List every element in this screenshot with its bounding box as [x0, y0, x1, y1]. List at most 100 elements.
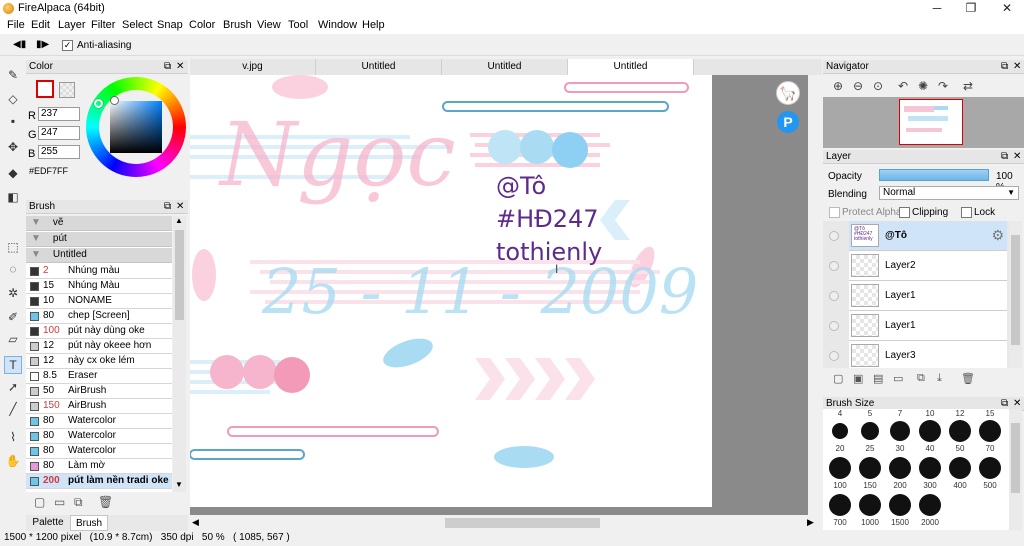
brush-size-option[interactable]: 40 [916, 419, 944, 454]
menu-tool[interactable]: Tool [288, 19, 308, 31]
divide-tool-icon[interactable]: ╱ [4, 400, 22, 418]
brush-size-option[interactable]: 1500 [886, 493, 914, 528]
brush-item[interactable]: 12 này cx oke lém [26, 354, 172, 369]
folder-icon[interactable]: ▭ [54, 495, 65, 509]
move-tool-icon[interactable]: ✥ [4, 138, 22, 156]
scroll-up-icon[interactable]: ▲ [175, 216, 183, 225]
menu-edit[interactable]: Edit [31, 19, 50, 31]
visibility-icon[interactable] [829, 261, 839, 271]
new-8bit-layer-icon[interactable]: ▣ [853, 372, 863, 385]
eyedropper-icon[interactable]: ⌇ [4, 428, 22, 446]
layer-item[interactable]: Layer1 [849, 281, 1007, 311]
menu-filter[interactable]: Filter [91, 19, 115, 31]
visibility-icon[interactable] [829, 291, 839, 301]
maximize-button[interactable]: ❐ [954, 0, 988, 17]
saturation-square[interactable] [110, 101, 162, 153]
palette-tab[interactable]: Palette [28, 516, 68, 531]
text-tool-icon[interactable]: T [4, 356, 22, 374]
detach-icon[interactable]: ⧉ [164, 60, 171, 73]
new-1bit-layer-icon[interactable]: ▤ [873, 372, 883, 385]
brush-item[interactable]: 80 Watercolor [26, 429, 172, 444]
gradient-tool-icon[interactable]: ◧ [4, 188, 22, 206]
menu-file[interactable]: File [7, 19, 25, 31]
brush-item[interactable]: 8.5 Eraser [26, 369, 172, 384]
menu-brush[interactable]: Brush [223, 19, 252, 31]
brush-item[interactable]: 15 Nhúng Màu [26, 279, 172, 294]
brush-item[interactable]: 12 pút này okeee hơn [26, 339, 172, 354]
brush-item[interactable]: 50 AirBrush [26, 384, 172, 399]
panel-close-icon[interactable]: ✕ [1013, 60, 1021, 73]
g-input[interactable]: 247 [38, 126, 80, 140]
brush-item[interactable]: 80 chep [Screen] [26, 309, 172, 324]
merge-layer-icon[interactable]: ⤓ [937, 372, 942, 385]
canvas-area[interactable]: Ngọc 25 - 11 - 2009 @Tô #HĐ247 tothienly [190, 75, 822, 515]
brush-item[interactable]: 200 pút làm nền tradi oke [26, 474, 172, 489]
brush-item[interactable]: 80 Làm mờ [26, 459, 172, 474]
magic-wand-icon[interactable]: ✲ [4, 284, 22, 302]
brush-size-option[interactable]: 400 [946, 456, 974, 491]
flip-icon[interactable]: ⇄ [963, 79, 973, 93]
brush-size-option[interactable]: 150 [856, 456, 884, 491]
brush-size-option[interactable]: 70 [976, 419, 1004, 454]
brush-item[interactable]: 80 Watercolor [26, 414, 172, 429]
panel-close-icon[interactable]: ✕ [1013, 150, 1021, 163]
fill-tool-icon[interactable]: ◆ [4, 164, 22, 182]
navigator-preview[interactable] [823, 97, 1024, 148]
scroll-right-icon[interactable]: ▶ [807, 517, 814, 528]
visibility-icon[interactable] [829, 231, 839, 241]
menu-help[interactable]: Help [362, 19, 385, 31]
menu-color[interactable]: Color [189, 19, 215, 31]
zoom-out-icon[interactable]: ⊖ [853, 79, 863, 93]
zoom-in-icon[interactable]: ⊕ [833, 79, 843, 93]
brush-size-option[interactable]: 1000 [856, 493, 884, 528]
select-pen-icon[interactable]: ✐ [4, 308, 22, 326]
layer-item[interactable]: Layer3 [849, 341, 1007, 368]
brush-size-grid[interactable]: 4 5 7 10 12 15 20 25 30 40 50 70 100 150 200 300 400 500 7… [823, 409, 1009, 530]
layer-item[interactable]: Layer2 [849, 251, 1007, 281]
layer-item[interactable]: Layer1 [849, 311, 1007, 341]
dot-tool-icon[interactable]: ▪ [4, 112, 22, 130]
hand-tool-icon[interactable]: ✋ [4, 452, 22, 470]
operation-tool-icon[interactable]: ➚ [4, 378, 22, 396]
scroll-left-icon[interactable]: ◀ [192, 517, 199, 528]
delete-layer-icon[interactable]: 🗑 [961, 372, 975, 385]
minimize-button[interactable]: ─ [920, 0, 954, 17]
new-layer-icon[interactable]: ▢ [833, 372, 843, 385]
brush-size-option[interactable]: 30 [886, 419, 914, 454]
pixiv-icon[interactable]: P [777, 111, 799, 133]
select-tool-icon[interactable]: ⬚ [4, 238, 22, 256]
opacity-slider[interactable] [879, 169, 989, 181]
r-input[interactable]: 237 [38, 107, 80, 121]
scroll-down-icon[interactable]: ▼ [175, 480, 183, 489]
brush-size-scrollbar[interactable] [1009, 409, 1022, 530]
layer-list[interactable]: @Tô #HĐ247 tothienly @Tô ⚙ Layer2 Layer1 L… [823, 221, 1009, 368]
brush-item[interactable]: 100 pút này dùng oke [26, 324, 172, 339]
new-brush-icon[interactable]: ▢ [34, 495, 45, 509]
select-eraser-icon[interactable]: ▱ [4, 330, 22, 348]
trash-icon[interactable]: 🗑 [98, 495, 113, 509]
visibility-icon[interactable] [829, 351, 839, 361]
brush-list[interactable]: ▼ vẽ ▼ pút ▼ Untitled 2 Nhúng màu 15 Nhúng Màu… [26, 216, 172, 492]
brush-size-option[interactable]: 100 [826, 456, 854, 491]
brush-size-option[interactable]: 50 [946, 419, 974, 454]
duplicate-layer-icon[interactable]: ⧉ [917, 372, 925, 385]
brush-group[interactable]: ▼ vẽ [26, 216, 172, 231]
duplicate-icon[interactable]: ⧉ [74, 495, 83, 510]
brush-size-option[interactable]: 700 [826, 493, 854, 528]
brush-size-option[interactable]: 2000 [916, 493, 944, 528]
tab-untitled-2[interactable]: Untitled [442, 59, 568, 75]
brush-item[interactable]: 2 Nhúng màu [26, 264, 172, 279]
hue-ring[interactable] [86, 77, 186, 177]
canvas-vscrollbar[interactable] [808, 75, 822, 515]
brush-size-option[interactable]: 20 [826, 419, 854, 454]
blending-select[interactable]: Normal ▼ [879, 186, 1019, 200]
detach-icon[interactable]: ⧉ [1001, 150, 1008, 163]
tab-v-jpg[interactable]: v.jpg [190, 59, 316, 75]
hue-handle[interactable] [94, 99, 103, 108]
anti-aliasing-checkbox[interactable]: ✓ [62, 39, 73, 51]
brush-tab[interactable]: Brush [70, 515, 108, 531]
detach-icon[interactable]: ⧉ [164, 200, 171, 213]
brush-scrollbar[interactable]: ▲ ▼ [173, 216, 186, 492]
canvas-hscrollbar[interactable]: ◀ ▶ [190, 515, 822, 531]
drawing-canvas[interactable]: Ngọc 25 - 11 - 2009 @Tô #HĐ247 tothienly [190, 75, 712, 507]
